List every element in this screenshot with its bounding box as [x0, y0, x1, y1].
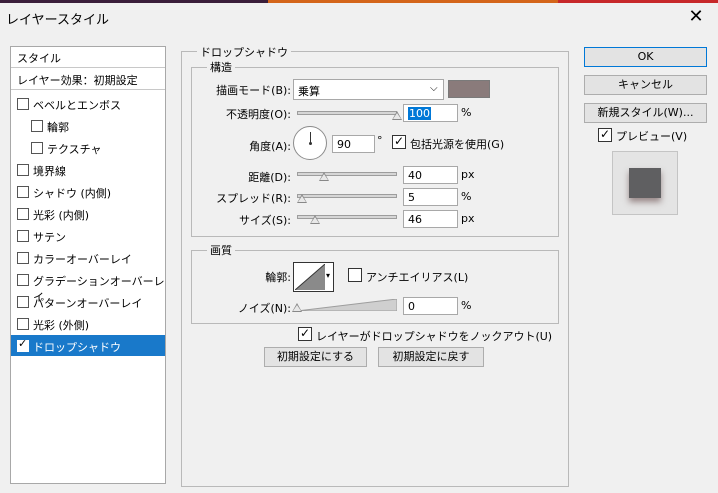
drop-shadow-title: ドロップシャドウ: [197, 44, 291, 60]
spread-unit: %: [461, 190, 472, 203]
angle-unit: °: [377, 134, 383, 147]
checkbox[interactable]: [17, 230, 29, 242]
sidebar-item-drop-shadow[interactable]: ✓ ドロップシャドウ: [11, 335, 165, 356]
antialias-checkbox[interactable]: [348, 268, 362, 282]
noise-slider-handle[interactable]: [292, 303, 302, 312]
preview-checkbox[interactable]: ✓: [598, 127, 612, 142]
sidebar-item-texture[interactable]: テクスチャ: [11, 137, 165, 158]
preview-square: [629, 168, 661, 198]
checkbox[interactable]: [17, 252, 29, 264]
contour-picker[interactable]: ▾: [293, 262, 334, 292]
ok-button[interactable]: OK: [584, 47, 707, 67]
styles-list: スタイル レイヤー効果：初期設定 ベベルとエンボス 輪郭 テクスチャ 境界線 シ…: [10, 46, 166, 484]
opacity-slider[interactable]: [297, 111, 397, 115]
distance-label: 距離(D):: [248, 171, 291, 184]
checkbox[interactable]: [17, 318, 29, 330]
taskbar-strip-3: [558, 0, 718, 3]
spread-slider[interactable]: [297, 194, 397, 198]
preview-thumbnail: [612, 151, 678, 215]
blend-mode-label: 描画モード(B):: [216, 84, 291, 97]
checkmark-icon: ✓: [600, 127, 611, 141]
shadow-color-swatch[interactable]: [448, 80, 490, 98]
sidebar-item-inner-shadow[interactable]: シャドウ (内側): [11, 181, 165, 202]
taskbar-strip-2: [268, 0, 558, 3]
dropdown-arrow-icon: ▾: [326, 271, 331, 280]
size-label: サイズ(S):: [239, 214, 291, 227]
checkmark-icon: ✓: [18, 337, 28, 350]
opacity-slider-handle[interactable]: [392, 111, 402, 120]
noise-label: ノイズ(N):: [237, 302, 291, 315]
spread-input[interactable]: 5: [403, 188, 458, 206]
angle-input[interactable]: 90: [332, 135, 375, 153]
contour-label: 輪郭:: [265, 271, 291, 284]
reset-default-button[interactable]: 初期設定に戻す: [378, 347, 484, 367]
new-style-button[interactable]: 新規スタイル(W)...: [584, 103, 707, 123]
chevron-down-icon: ⌵: [430, 83, 438, 94]
distance-slider[interactable]: [297, 172, 397, 176]
dialog-title: レイヤースタイル: [6, 13, 109, 28]
checkbox[interactable]: [17, 296, 29, 308]
contour-curve-icon: [295, 264, 325, 290]
opacity-unit: %: [461, 106, 472, 119]
sidebar-item-satin[interactable]: サテン: [11, 225, 165, 246]
sidebar-item-contour[interactable]: 輪郭: [11, 115, 165, 136]
close-icon[interactable]: ✕: [684, 6, 708, 28]
checkbox[interactable]: [17, 98, 29, 110]
sidebar-item-pattern-overlay[interactable]: パターンオーバーレイ: [11, 291, 165, 312]
preview-label: プレビュー(V): [616, 130, 688, 143]
checkbox[interactable]: [17, 274, 29, 286]
opacity-label: 不透明度(O):: [226, 108, 291, 121]
styles-list-default[interactable]: レイヤー効果：初期設定: [11, 68, 165, 90]
noise-slider[interactable]: [296, 298, 398, 312]
cancel-button[interactable]: キャンセル: [584, 75, 707, 95]
noise-input[interactable]: 0: [403, 297, 458, 315]
quality-title: 画質: [207, 242, 235, 258]
styles-list-header[interactable]: スタイル: [11, 47, 165, 68]
noise-slider-ramp: [296, 298, 398, 312]
size-unit: px: [461, 212, 475, 225]
angle-label: 角度(A):: [249, 140, 291, 153]
knockout-checkbox[interactable]: ✓: [298, 326, 312, 341]
spread-slider-handle[interactable]: [297, 194, 307, 203]
checkmark-icon: ✓: [300, 326, 311, 340]
noise-unit: %: [461, 299, 472, 312]
sidebar-item-stroke[interactable]: 境界線: [11, 159, 165, 180]
sidebar-item-gradient-overlay[interactable]: グラデーションオーバーレイ: [11, 269, 165, 304]
blend-mode-select[interactable]: 乗算 ⌵: [293, 79, 444, 100]
sidebar-item-color-overlay[interactable]: カラーオーバーレイ: [11, 247, 165, 268]
antialias-label: アンチエイリアス(L): [366, 271, 469, 284]
make-default-button[interactable]: 初期設定にする: [264, 347, 367, 367]
checkbox[interactable]: ✓: [17, 337, 29, 352]
knockout-label: レイヤーがドロップシャドウをノックアウト(U): [316, 330, 553, 343]
spread-label: スプレッド(R):: [216, 192, 291, 205]
sidebar-item-outer-glow[interactable]: 光彩 (外側): [11, 313, 165, 334]
checkbox[interactable]: [31, 120, 43, 132]
checkmark-icon: ✓: [394, 134, 405, 148]
distance-slider-handle[interactable]: [319, 172, 329, 181]
opacity-input[interactable]: 100: [403, 104, 458, 122]
distance-unit: px: [461, 168, 475, 181]
checkbox[interactable]: [17, 208, 29, 220]
taskbar-strip-1: [0, 0, 268, 3]
checkbox[interactable]: [31, 142, 43, 154]
angle-dial[interactable]: [293, 126, 327, 160]
size-slider-handle[interactable]: [310, 215, 320, 224]
sidebar-item-bevel-emboss[interactable]: ベベルとエンボス: [11, 93, 165, 114]
global-light-label: 包括光源を使用(G): [410, 138, 505, 151]
sidebar-item-inner-glow[interactable]: 光彩 (内側): [11, 203, 165, 224]
global-light-checkbox[interactable]: ✓: [392, 134, 406, 149]
angle-dial-center: [309, 142, 312, 145]
checkbox[interactable]: [17, 164, 29, 176]
size-input[interactable]: 46: [403, 210, 458, 228]
distance-input[interactable]: 40: [403, 166, 458, 184]
structure-title: 構造: [207, 59, 235, 75]
checkbox[interactable]: [17, 186, 29, 198]
